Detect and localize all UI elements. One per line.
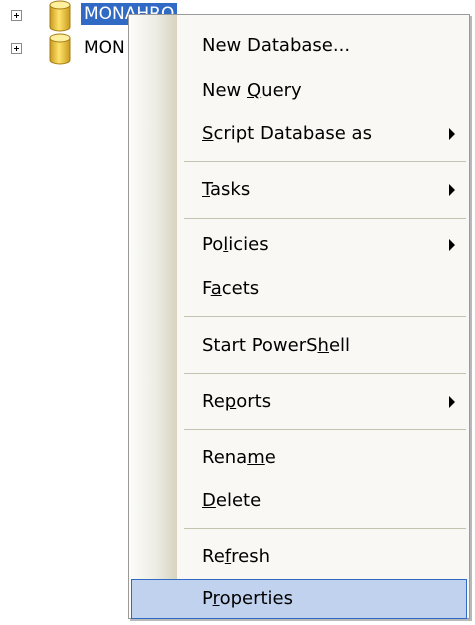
context-menu: New Database... New Query Script Databas… (128, 14, 470, 619)
menu-item-label: Properties (202, 588, 293, 609)
menu-item-properties[interactable]: Properties (131, 579, 467, 619)
menu-item-new-query[interactable]: New Query (131, 71, 467, 111)
menu-separator (184, 373, 466, 374)
database-icon (49, 33, 71, 65)
menu-item-label: Reports (202, 391, 272, 412)
expand-icon[interactable] (11, 43, 22, 54)
submenu-arrow-icon (449, 396, 455, 408)
expand-icon[interactable] (11, 10, 22, 21)
menu-item-label: Policies (202, 234, 269, 255)
menu-item-policies[interactable]: Policies (131, 225, 467, 265)
menu-item-start-powershell[interactable]: Start PowerShell (131, 326, 467, 366)
menu-item-script-database-as[interactable]: Script Database as (131, 114, 467, 154)
menu-item-label: Start PowerShell (202, 335, 351, 356)
submenu-arrow-icon (449, 239, 455, 251)
menu-item-label: Rename (202, 447, 276, 468)
tree-node-label[interactable]: MON (81, 37, 128, 59)
menu-item-delete[interactable]: Delete (131, 481, 467, 521)
menu-item-reports[interactable]: Reports (131, 382, 467, 422)
menu-item-label: Facets (202, 278, 260, 299)
menu-separator (184, 316, 466, 317)
submenu-arrow-icon (449, 184, 455, 196)
menu-item-label: New Query (202, 80, 302, 101)
menu-item-label: Tasks (202, 179, 251, 200)
menu-item-label: New Database... (202, 35, 351, 56)
menu-item-new-database[interactable]: New Database... (131, 26, 467, 66)
menu-separator (184, 161, 466, 162)
menu-item-refresh[interactable]: Refresh (131, 537, 467, 577)
menu-item-rename[interactable]: Rename (131, 438, 467, 478)
menu-item-tasks[interactable]: Tasks (131, 170, 467, 210)
menu-item-label: Refresh (202, 546, 270, 567)
menu-item-label: Delete (202, 490, 262, 511)
menu-item-label: Script Database as (202, 123, 372, 144)
menu-separator (184, 218, 466, 219)
database-icon (49, 0, 71, 32)
menu-separator (184, 528, 466, 529)
submenu-arrow-icon (449, 128, 455, 140)
menu-separator (184, 429, 466, 430)
menu-item-facets[interactable]: Facets (131, 269, 467, 309)
